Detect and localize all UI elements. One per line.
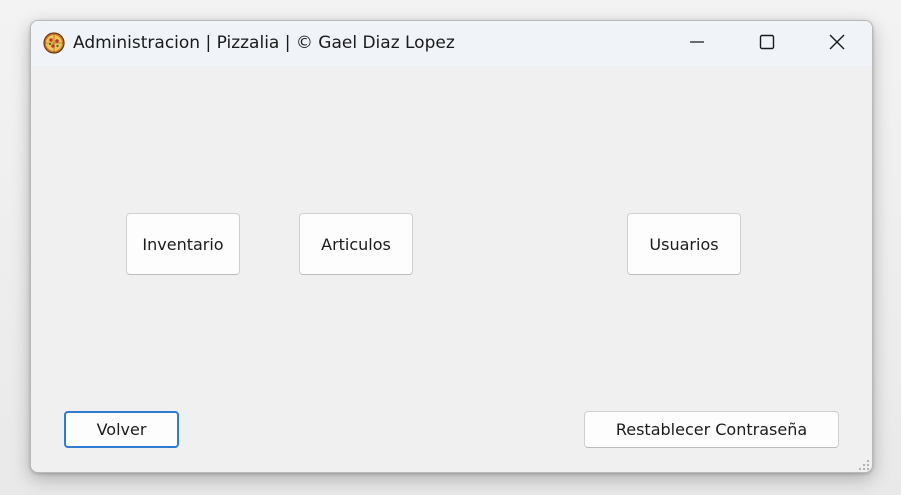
- maximize-button[interactable]: [732, 21, 802, 67]
- restablecer-contrasena-button[interactable]: Restablecer Contraseña: [584, 411, 839, 448]
- articulos-button[interactable]: Articulos: [299, 213, 413, 275]
- volver-button[interactable]: Volver: [64, 411, 179, 448]
- usuarios-button[interactable]: Usuarios: [627, 213, 741, 275]
- desktop: Administracion | Pizzalia | © Gael Diaz …: [0, 0, 901, 495]
- minimize-icon: [689, 34, 705, 54]
- resize-grip-icon[interactable]: [856, 456, 870, 470]
- window-title: Administracion | Pizzalia | © Gael Diaz …: [73, 33, 455, 53]
- close-icon: [829, 34, 845, 54]
- close-button[interactable]: [802, 21, 872, 67]
- client-area: Inventario Articulos Usuarios Volver Res…: [31, 67, 872, 472]
- title-bar[interactable]: Administracion | Pizzalia | © Gael Diaz …: [31, 21, 872, 67]
- pizza-icon: [43, 32, 65, 54]
- maximize-icon: [759, 34, 775, 54]
- inventario-button[interactable]: Inventario: [126, 213, 240, 275]
- app-window: Administracion | Pizzalia | © Gael Diaz …: [30, 20, 873, 473]
- minimize-button[interactable]: [662, 21, 732, 67]
